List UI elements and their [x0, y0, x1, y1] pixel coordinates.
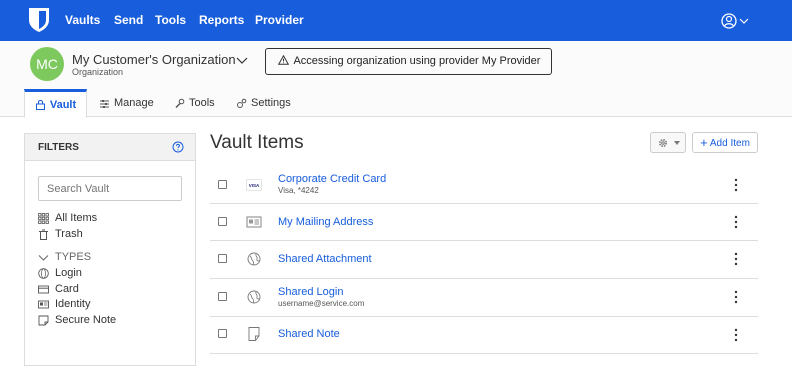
more-options-icon[interactable] [730, 178, 742, 192]
bitwarden-shield-icon[interactable] [27, 6, 51, 34]
wrench-icon [175, 98, 185, 108]
nav-tools[interactable]: Tools [155, 13, 186, 27]
filter-type-login[interactable]: Login [38, 267, 82, 279]
tab-tools[interactable]: Tools [174, 89, 215, 117]
filters-panel: FILTERS All Items Trash TYPES Login Card… [24, 133, 196, 366]
nav-reports[interactable]: Reports [199, 13, 244, 27]
cogs-icon [237, 98, 247, 108]
item-subtitle: username@service.com [278, 299, 365, 308]
filters-title: FILTERS [38, 142, 79, 153]
more-options-icon[interactable] [730, 215, 742, 229]
banner-text: Accessing organization using provider My… [293, 55, 541, 67]
row-checkbox[interactable] [218, 254, 227, 263]
types-label: TYPES [55, 251, 92, 263]
vault-row: Shared Login username@service.com [210, 279, 758, 317]
svg-text:VISA: VISA [249, 183, 260, 188]
filter-types-heading[interactable]: TYPES [38, 251, 91, 263]
note-icon [248, 327, 260, 341]
tab-label: Tools [189, 97, 215, 109]
more-options-icon[interactable] [730, 290, 742, 304]
note-icon [38, 315, 49, 325]
more-options-icon[interactable] [730, 252, 742, 266]
page-title: Vault Items [210, 132, 304, 153]
org-name[interactable]: My Customer's Organization [72, 52, 236, 67]
tab-label: Manage [114, 97, 154, 109]
tab-manage[interactable]: Manage [99, 89, 154, 117]
filter-trash[interactable]: Trash [38, 228, 83, 240]
row-checkbox[interactable] [218, 292, 227, 301]
vault-row: My Mailing Address [210, 204, 758, 241]
item-subtitle: Visa, *4242 [278, 186, 319, 195]
identity-card-icon [246, 216, 262, 228]
item-name-link[interactable]: Shared Note [278, 328, 340, 340]
item-name-link[interactable]: Corporate Credit Card [278, 173, 386, 185]
top-navbar: Vaults Send Tools Reports Provider [0, 0, 792, 41]
vault-row: VISA Corporate Credit Card Visa, *4242 [210, 167, 758, 204]
row-checkbox[interactable] [218, 180, 227, 189]
globe-icon [38, 267, 49, 279]
tab-label: Settings [251, 97, 291, 109]
item-name-link[interactable]: My Mailing Address [278, 216, 373, 228]
trash-icon [39, 229, 48, 240]
vault-row: Shared Attachment [210, 241, 758, 279]
plus-icon: + [700, 135, 708, 150]
filters-header: FILTERS [25, 134, 195, 161]
caret-down-icon [674, 141, 680, 145]
globe-icon [247, 290, 261, 304]
nav-vaults[interactable]: Vaults [65, 13, 100, 27]
user-circle-icon[interactable] [721, 12, 755, 30]
chevron-down-icon[interactable] [236, 55, 248, 65]
sliders-icon [100, 99, 109, 108]
filter-type-card[interactable]: Card [38, 283, 79, 295]
row-checkbox[interactable] [218, 217, 227, 226]
filter-label: Secure Note [55, 314, 117, 326]
help-icon[interactable] [172, 141, 184, 153]
options-dropdown-button[interactable] [650, 132, 686, 153]
filter-all-items[interactable]: All Items [38, 212, 97, 224]
chevron-down-icon [38, 254, 49, 261]
credit-card-icon [38, 285, 49, 293]
lock-icon [35, 100, 45, 110]
filter-type-identity[interactable]: Identity [38, 298, 90, 310]
tab-vault[interactable]: Vault [24, 89, 87, 118]
provider-banner: Accessing organization using provider My… [265, 48, 552, 75]
org-type: Organization [72, 67, 124, 77]
visa-card-icon: VISA [246, 179, 262, 191]
filter-label: All Items [55, 212, 98, 224]
vault-row: Shared Note [210, 317, 758, 354]
avatar: MC [30, 47, 64, 81]
filter-label: Card [55, 283, 79, 295]
row-checkbox[interactable] [218, 329, 227, 338]
add-item-label: Add Item [709, 138, 750, 149]
globe-icon [247, 252, 261, 266]
nav-send[interactable]: Send [114, 13, 143, 27]
grid-icon [38, 212, 49, 224]
gear-icon [658, 138, 668, 148]
id-card-icon [38, 300, 49, 308]
filter-label: Identity [55, 298, 91, 310]
warning-icon [277, 54, 290, 65]
filter-type-secure-note[interactable]: Secure Note [38, 314, 116, 326]
item-name-link[interactable]: Shared Login [278, 286, 343, 298]
filter-label: Login [55, 267, 82, 279]
more-options-icon[interactable] [730, 328, 742, 342]
filter-label: Trash [55, 228, 83, 240]
tab-label: Vault [49, 98, 77, 111]
nav-provider[interactable]: Provider [255, 13, 304, 27]
tab-settings[interactable]: Settings [236, 89, 291, 117]
search-input[interactable] [38, 176, 182, 201]
add-item-button[interactable]: + Add Item [692, 132, 758, 153]
item-name-link[interactable]: Shared Attachment [278, 253, 372, 265]
